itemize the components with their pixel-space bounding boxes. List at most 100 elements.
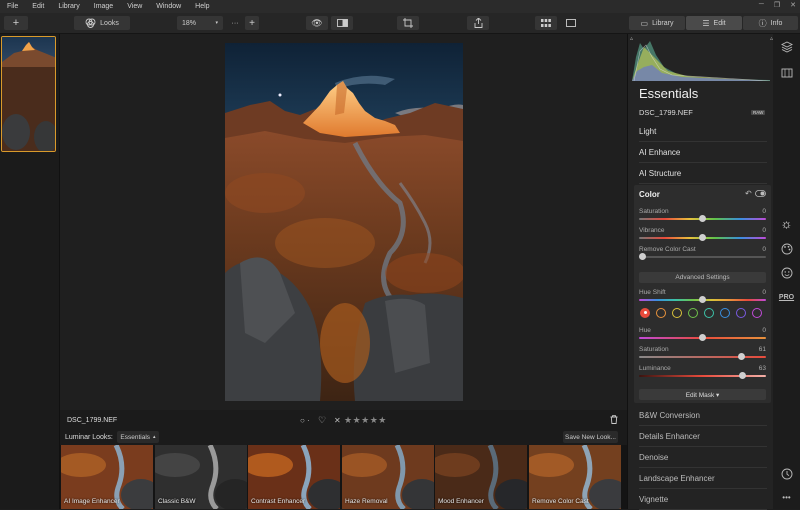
menu-file[interactable]: File	[0, 3, 25, 10]
tab-info[interactable]: ⓘ Info	[743, 16, 798, 30]
edit-mask-button[interactable]: Edit Mask ▾	[639, 389, 766, 400]
preview-button[interactable]: 👁	[306, 16, 328, 30]
section-ai-structure[interactable]: AI Structure	[639, 164, 767, 184]
landscape-photo	[225, 43, 463, 401]
swatch-aqua[interactable]	[704, 308, 714, 318]
share-button[interactable]	[467, 16, 489, 30]
vibrance-slider[interactable]	[639, 234, 766, 241]
look-contrast-enhancer[interactable]: Contrast Enhancer	[248, 445, 340, 509]
reject-icon[interactable]: ✕	[334, 416, 341, 425]
star-rating[interactable]: ★★★★★	[344, 415, 387, 426]
saturation-red-slider[interactable]	[639, 353, 766, 360]
hue-slider-knob[interactable]	[699, 334, 706, 341]
swatch-blue[interactable]	[720, 308, 730, 318]
saturation-red-knob[interactable]	[737, 353, 745, 360]
restore-icon[interactable]: ❐	[774, 1, 780, 9]
raw-badge: RAW	[751, 110, 766, 115]
look-ai-image-enhancer[interactable]: AI Image Enhancer	[61, 445, 153, 509]
grid-view-button[interactable]	[535, 16, 557, 30]
remove-color-cast-value: 0	[762, 246, 766, 253]
layers-icon[interactable]	[779, 39, 794, 54]
section-denoise[interactable]: Denoise	[639, 448, 767, 468]
looks-category-select[interactable]: Essentials ▴	[117, 431, 159, 443]
menu-image[interactable]: Image	[87, 3, 120, 10]
main-photo[interactable]	[225, 43, 463, 401]
section-light[interactable]: Light	[639, 122, 767, 142]
more-options-icon[interactable]: •••	[779, 490, 794, 505]
save-new-look-button[interactable]: Save New Look...	[563, 431, 618, 443]
saturation-label: Saturation	[639, 208, 669, 215]
swatch-green[interactable]	[688, 308, 698, 318]
look-mood-enhancer[interactable]: Mood Enhancer	[435, 445, 527, 509]
history-clock-icon[interactable]	[779, 466, 794, 481]
tab-info-label: Info	[770, 19, 783, 27]
section-landscape-enhancer[interactable]: Landscape Enhancer	[639, 469, 767, 489]
look-classic-bw[interactable]: Classic B&W	[155, 445, 247, 509]
tab-library[interactable]: ▭ Library	[629, 16, 685, 30]
add-photos-button[interactable]: +	[4, 16, 28, 30]
saturation-slider-knob[interactable]	[699, 215, 706, 222]
section-details-enhancer[interactable]: Details Enhancer	[639, 427, 767, 447]
menu-library[interactable]: Library	[51, 3, 86, 10]
heart-icon[interactable]: ♡	[318, 415, 326, 426]
look-remove-color-cast[interactable]: Remove Color Cast	[529, 445, 621, 509]
remove-color-cast-knob[interactable]	[639, 253, 646, 260]
shadow-clipping-icon[interactable]: ▵	[630, 35, 633, 42]
color-label-dot[interactable]: ○ ·	[300, 416, 310, 425]
menu-edit[interactable]: Edit	[25, 3, 51, 10]
trash-icon[interactable]	[610, 414, 618, 426]
vibrance-value: 0	[762, 227, 766, 234]
luminance-knob[interactable]	[739, 372, 746, 379]
image-filename: DSC_1799.NEF	[67, 416, 118, 424]
hue-shift-slider[interactable]	[639, 296, 766, 303]
looks-button-label: Looks	[100, 19, 119, 27]
swatch-red[interactable]	[640, 308, 650, 318]
edit-panel: ▵ ▵ Essentials DSC_1799.NEF RAW Light AI…	[627, 34, 773, 510]
swatch-magenta[interactable]	[752, 308, 762, 318]
swatch-orange[interactable]	[656, 308, 666, 318]
hue-slider[interactable]	[639, 334, 766, 341]
looks-bar: Luminar Looks: Essentials ▴ Save New Loo…	[60, 430, 627, 445]
pro-tools-icon[interactable]: PRO	[779, 290, 794, 305]
zoom-in-button[interactable]: +	[245, 16, 259, 30]
hue-shift-knob[interactable]	[699, 296, 706, 303]
looks-icon	[85, 18, 96, 28]
single-view-button[interactable]	[560, 16, 582, 30]
face-portrait-icon[interactable]	[779, 265, 794, 280]
color-section-title[interactable]: Color	[639, 190, 660, 199]
zoom-out-button[interactable]: ···	[227, 16, 243, 30]
crop-button[interactable]	[397, 16, 419, 30]
saturation-value: 0	[762, 208, 766, 215]
compare-button[interactable]	[331, 16, 353, 30]
canvas-icon[interactable]	[779, 65, 794, 80]
zoom-select[interactable]: 18% ▾	[177, 16, 223, 30]
advanced-settings-button[interactable]: Advanced Settings	[639, 272, 766, 283]
section-ai-enhance[interactable]: AI Enhance	[639, 143, 767, 163]
sun-essentials-icon[interactable]: ☼	[779, 216, 794, 231]
tab-edit[interactable]: ☰ Edit	[686, 16, 742, 30]
section-bw-conversion[interactable]: B&W Conversion	[639, 406, 767, 426]
close-icon[interactable]: ✕	[790, 1, 796, 9]
swatch-yellow[interactable]	[672, 308, 682, 318]
luminance-slider[interactable]	[639, 372, 766, 379]
minimize-icon[interactable]: ─	[759, 1, 764, 9]
filmstrip	[0, 34, 60, 509]
filmstrip-thumbnail[interactable]	[1, 36, 56, 152]
reset-icon[interactable]: ↶	[745, 189, 752, 198]
looks-button[interactable]: Looks	[74, 16, 130, 30]
remove-color-cast-slider[interactable]	[639, 253, 766, 260]
toggle-visibility-icon[interactable]	[755, 190, 766, 199]
saturation-slider[interactable]	[639, 215, 766, 222]
vibrance-slider-knob[interactable]	[699, 234, 706, 241]
eye-icon: 👁	[311, 17, 323, 28]
menu-window[interactable]: Window	[149, 3, 188, 10]
menu-view[interactable]: View	[120, 3, 149, 10]
section-vignette[interactable]: Vignette	[639, 490, 767, 510]
palette-creative-icon[interactable]	[779, 241, 794, 256]
menu-help[interactable]: Help	[188, 3, 216, 10]
histogram-graph	[632, 41, 771, 82]
look-haze-removal[interactable]: Haze Removal	[342, 445, 434, 509]
zoom-value: 18%	[182, 19, 197, 27]
tab-edit-label: Edit	[713, 19, 726, 27]
swatch-purple[interactable]	[736, 308, 746, 318]
